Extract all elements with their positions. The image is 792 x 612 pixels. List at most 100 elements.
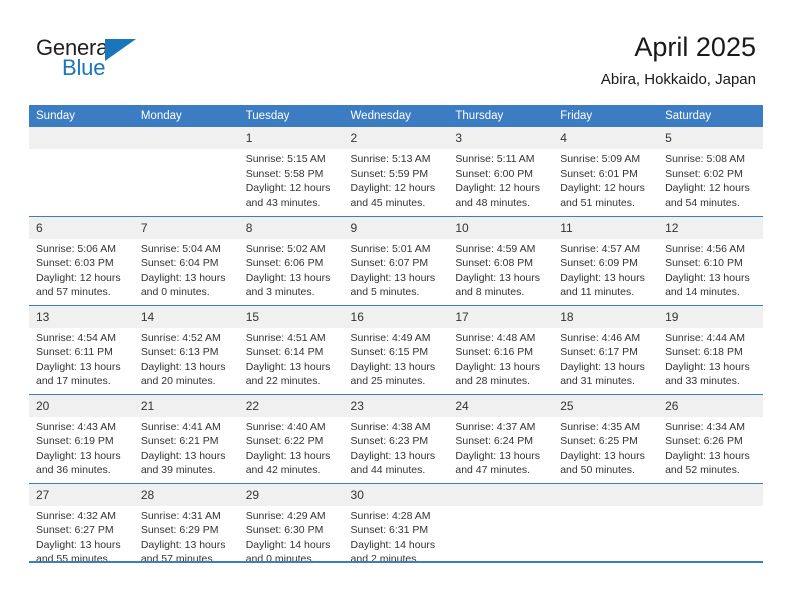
day-cell: 17 Sunrise: 4:48 AM Sunset: 6:16 PM Dayligh…	[448, 305, 554, 393]
calendar-day-cell[interactable]: 5 Sunrise: 5:08 AM Sunset: 6:02 PM Daylight…	[658, 127, 763, 216]
calendar-day-cell[interactable]: 24 Sunrise: 4:37 AM Sunset: 6:24 PM Dayligh…	[448, 393, 554, 483]
day-details: Sunrise: 4:32 AM Sunset: 6:27 PM Daylight:…	[29, 506, 134, 567]
sunset-text: Sunset: 6:22 PM	[245, 435, 324, 447]
calendar-day-cell[interactable]: 18 Sunrise: 4:46 AM Sunset: 6:17 PM Dayligh…	[553, 304, 659, 394]
calendar-bottom-rule	[29, 561, 763, 563]
empty-day	[448, 483, 554, 571]
daylight-text-line1: Daylight: 13 hours	[140, 360, 226, 373]
calendar-week-row: 1 Sunrise: 5:15 AM Sunset: 5:58 PM Daylight…	[29, 127, 763, 216]
sunrise-text: Sunrise: 5:01 AM	[350, 242, 431, 255]
sunset-text: Sunset: 6:10 PM	[665, 257, 743, 269]
sunrise-text: Sunrise: 4:28 AM	[350, 509, 431, 522]
day-details: Sunrise: 4:56 AM Sunset: 6:10 PM Daylight:…	[658, 239, 763, 300]
sunset-text: Sunset: 6:27 PM	[36, 524, 114, 536]
day-number	[448, 483, 554, 506]
day-number: 25	[553, 394, 659, 417]
day-cell: 12 Sunrise: 4:56 AM Sunset: 6:10 PM Dayligh…	[658, 216, 763, 304]
calendar-day-cell[interactable]: 30 Sunrise: 4:28 AM Sunset: 6:31 PM Dayligh…	[343, 482, 449, 572]
sunrise-text: Sunrise: 4:37 AM	[455, 420, 536, 433]
day-details: Sunrise: 4:59 AM Sunset: 6:08 PM Daylight:…	[448, 239, 553, 300]
calendar-day-cell[interactable]: 9 Sunrise: 5:01 AM Sunset: 6:07 PM Daylight…	[343, 215, 449, 305]
day-number: 30	[343, 483, 449, 506]
sunrise-text: Sunrise: 4:49 AM	[350, 331, 431, 344]
daylight-text-line2: and 52 minutes.	[665, 464, 740, 476]
calendar-day-cell[interactable]: 13 Sunrise: 4:54 AM Sunset: 6:11 PM Dayligh…	[29, 304, 134, 394]
calendar-day-cell[interactable]: 29 Sunrise: 4:29 AM Sunset: 6:30 PM Dayligh…	[238, 482, 344, 572]
day-number: 29	[238, 483, 344, 506]
calendar-day-cell[interactable]: 6 Sunrise: 5:06 AM Sunset: 6:03 PM Daylight…	[29, 215, 134, 305]
sunset-text: Sunset: 6:30 PM	[245, 524, 324, 536]
day-number: 9	[343, 216, 449, 239]
calendar-day-cell[interactable]: 26 Sunrise: 4:34 AM Sunset: 6:26 PM Dayligh…	[658, 393, 763, 483]
day-details: Sunrise: 4:31 AM Sunset: 6:29 PM Daylight:…	[134, 506, 239, 567]
weekday-header-friday: Friday	[553, 105, 659, 127]
calendar-day-cell	[553, 482, 659, 572]
daylight-text-line2: and 11 minutes.	[560, 286, 635, 298]
sunrise-text: Sunrise: 5:08 AM	[665, 153, 746, 165]
day-cell: 11 Sunrise: 4:57 AM Sunset: 6:09 PM Dayligh…	[553, 216, 659, 304]
sunset-text: Sunset: 6:11 PM	[36, 346, 113, 358]
day-number	[658, 483, 763, 506]
day-details: Sunrise: 5:11 AM Sunset: 6:00 PM Daylight:…	[448, 149, 553, 210]
sunrise-text: Sunrise: 4:52 AM	[140, 331, 221, 344]
day-number: 28	[133, 483, 239, 506]
daylight-text-line2: and 33 minutes.	[665, 375, 740, 387]
day-details: Sunrise: 5:04 AM Sunset: 6:04 PM Daylight:…	[134, 239, 239, 300]
calendar-body: 1 Sunrise: 5:15 AM Sunset: 5:58 PM Daylight…	[29, 127, 763, 572]
daylight-text-line1: Daylight: 13 hours	[245, 360, 331, 373]
calendar-day-cell[interactable]: 15 Sunrise: 4:51 AM Sunset: 6:14 PM Dayligh…	[238, 304, 344, 394]
calendar-day-cell[interactable]: 28 Sunrise: 4:31 AM Sunset: 6:29 PM Dayligh…	[133, 482, 239, 572]
calendar-day-cell[interactable]: 10 Sunrise: 4:59 AM Sunset: 6:08 PM Dayligh…	[448, 215, 554, 305]
calendar-day-cell[interactable]: 16 Sunrise: 4:49 AM Sunset: 6:15 PM Dayligh…	[343, 304, 449, 394]
day-cell: 30 Sunrise: 4:28 AM Sunset: 6:31 PM Dayligh…	[343, 483, 449, 571]
daylight-text-line1: Daylight: 13 hours	[560, 360, 645, 373]
day-number: 27	[29, 483, 134, 506]
calendar-day-cell[interactable]: 3 Sunrise: 5:11 AM Sunset: 6:00 PM Daylight…	[448, 127, 554, 216]
sunset-text: Sunset: 6:25 PM	[560, 435, 638, 447]
day-details: Sunrise: 5:08 AM Sunset: 6:02 PM Daylight:…	[658, 149, 763, 210]
sunset-text: Sunset: 6:09 PM	[560, 257, 638, 269]
daylight-text-line2: and 57 minutes.	[140, 553, 216, 565]
daylight-text-line1: Daylight: 13 hours	[665, 449, 750, 462]
daylight-text-line1: Daylight: 13 hours	[245, 449, 331, 462]
calendar-day-cell[interactable]: 20 Sunrise: 4:43 AM Sunset: 6:19 PM Dayligh…	[29, 393, 134, 483]
day-details: Sunrise: 5:09 AM Sunset: 6:01 PM Daylight:…	[553, 149, 658, 210]
brand-logo[interactable]: General Blue	[36, 36, 186, 88]
sunrise-text: Sunrise: 5:13 AM	[350, 153, 431, 165]
calendar-day-cell[interactable]: 8 Sunrise: 5:02 AM Sunset: 6:06 PM Daylight…	[238, 215, 344, 305]
sunrise-text: Sunrise: 4:54 AM	[36, 331, 116, 344]
day-number	[29, 127, 134, 149]
sunset-text: Sunset: 6:23 PM	[350, 435, 429, 447]
day-details: Sunrise: 4:57 AM Sunset: 6:09 PM Daylight:…	[553, 239, 658, 300]
calendar-day-cell[interactable]: 25 Sunrise: 4:35 AM Sunset: 6:25 PM Dayligh…	[553, 393, 659, 483]
sunrise-text: Sunrise: 4:34 AM	[665, 420, 746, 433]
calendar-day-cell[interactable]: 23 Sunrise: 4:38 AM Sunset: 6:23 PM Dayligh…	[343, 393, 449, 483]
sunrise-text: Sunrise: 4:41 AM	[140, 420, 221, 433]
calendar-day-cell[interactable]: 21 Sunrise: 4:41 AM Sunset: 6:21 PM Dayligh…	[133, 393, 239, 483]
calendar-day-cell[interactable]: 12 Sunrise: 4:56 AM Sunset: 6:10 PM Dayligh…	[658, 215, 763, 305]
sunrise-text: Sunrise: 4:46 AM	[560, 331, 641, 344]
sunset-text: Sunset: 6:04 PM	[140, 257, 219, 269]
calendar-day-cell[interactable]: 1 Sunrise: 5:15 AM Sunset: 5:58 PM Daylight…	[238, 127, 344, 216]
daylight-text-line1: Daylight: 12 hours	[350, 182, 436, 194]
sunset-text: Sunset: 6:00 PM	[455, 167, 534, 180]
day-cell: 4 Sunrise: 5:09 AM Sunset: 6:01 PM Daylight…	[553, 127, 659, 214]
calendar-table: Sunday Monday Tuesday Wednesday Thursday…	[29, 105, 763, 572]
brand-name-blue: Blue	[62, 55, 106, 80]
calendar-day-cell[interactable]: 17 Sunrise: 4:48 AM Sunset: 6:16 PM Dayligh…	[448, 304, 554, 394]
calendar-day-cell[interactable]: 7 Sunrise: 5:04 AM Sunset: 6:04 PM Daylight…	[133, 215, 239, 305]
calendar-day-cell[interactable]: 4 Sunrise: 5:09 AM Sunset: 6:01 PM Daylight…	[553, 127, 659, 216]
sunrise-text: Sunrise: 4:44 AM	[665, 331, 746, 344]
day-number: 21	[133, 394, 239, 417]
calendar-day-cell[interactable]: 11 Sunrise: 4:57 AM Sunset: 6:09 PM Dayligh…	[553, 215, 659, 305]
day-details: Sunrise: 4:35 AM Sunset: 6:25 PM Daylight:…	[553, 417, 658, 478]
daylight-text-line1: Daylight: 13 hours	[140, 271, 226, 284]
daylight-text-line1: Daylight: 12 hours	[36, 271, 121, 284]
calendar-day-cell[interactable]: 27 Sunrise: 4:32 AM Sunset: 6:27 PM Dayligh…	[29, 482, 134, 572]
calendar-day-cell[interactable]: 22 Sunrise: 4:40 AM Sunset: 6:22 PM Dayligh…	[238, 393, 344, 483]
day-cell: 25 Sunrise: 4:35 AM Sunset: 6:25 PM Dayligh…	[553, 394, 659, 482]
calendar-day-cell[interactable]: 2 Sunrise: 5:13 AM Sunset: 5:59 PM Daylight…	[343, 127, 449, 216]
calendar-day-cell[interactable]: 14 Sunrise: 4:52 AM Sunset: 6:13 PM Dayligh…	[133, 304, 239, 394]
calendar-day-cell[interactable]: 19 Sunrise: 4:44 AM Sunset: 6:18 PM Dayligh…	[658, 304, 763, 394]
day-number: 26	[658, 394, 763, 417]
